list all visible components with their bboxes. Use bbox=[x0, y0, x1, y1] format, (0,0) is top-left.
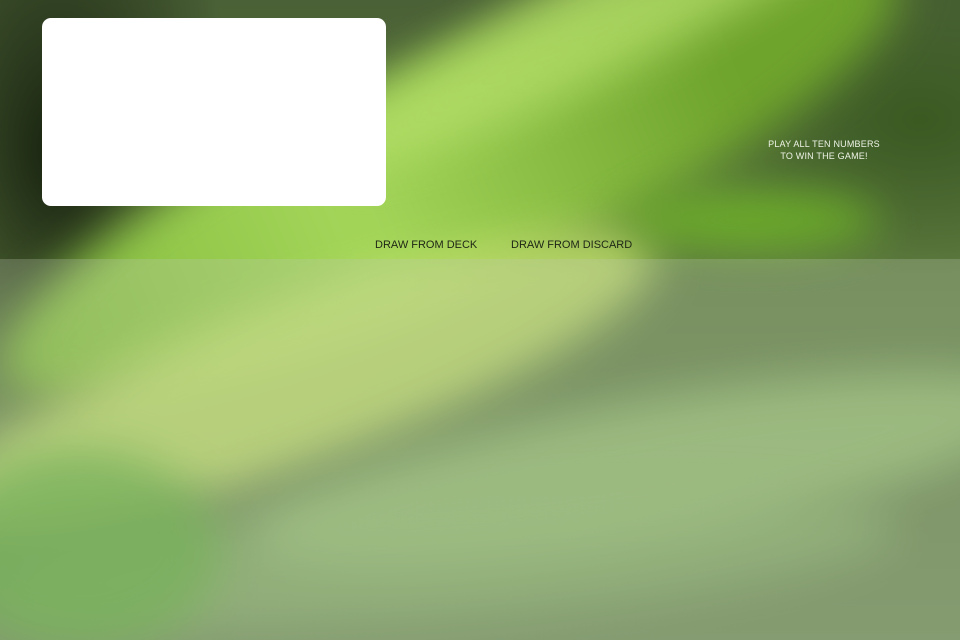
draw-from-deck-button[interactable]: DRAW FROM DECK bbox=[375, 238, 477, 252]
background-leaf bbox=[620, 190, 880, 250]
card-display-panel bbox=[42, 18, 386, 206]
win-hint: PLAY ALL TEN NUMBERS TO WIN THE GAME! bbox=[744, 138, 904, 162]
player-area bbox=[0, 259, 960, 640]
win-hint-line-2: TO WIN THE GAME! bbox=[780, 151, 868, 161]
draw-from-discard-button[interactable]: DRAW FROM DISCARD bbox=[511, 238, 632, 252]
game-board: PLAY ALL TEN NUMBERS TO WIN THE GAME! DR… bbox=[0, 0, 960, 640]
win-hint-line-1: PLAY ALL TEN NUMBERS bbox=[768, 139, 880, 149]
